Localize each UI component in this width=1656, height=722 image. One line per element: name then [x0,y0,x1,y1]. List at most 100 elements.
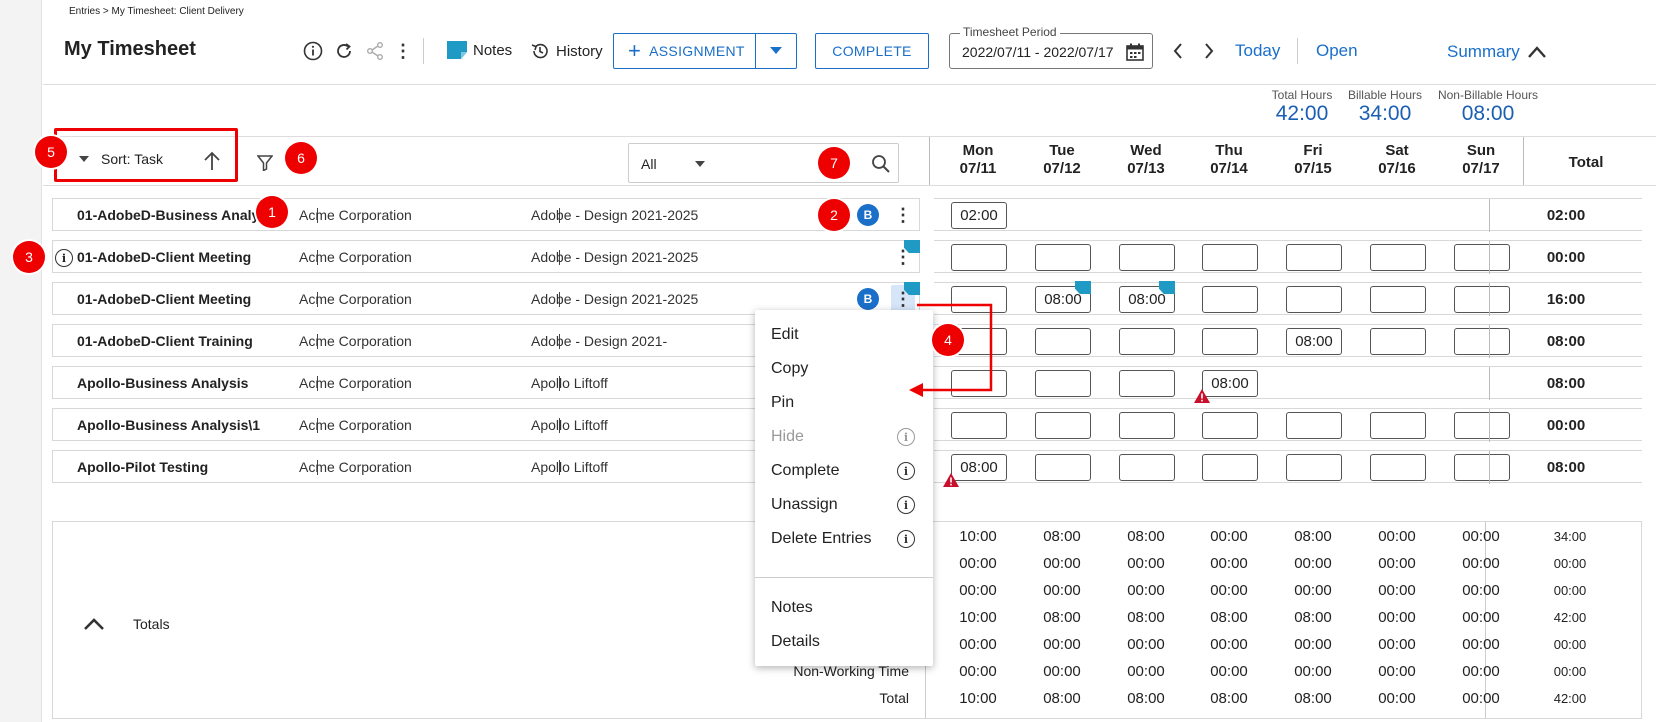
time-entry-cell[interactable] [951,244,1007,271]
breadcrumb[interactable]: Entries > My Timesheet: Client Delivery [69,6,244,17]
page-title: My Timesheet [64,38,196,60]
time-entry-cell[interactable]: 08:00 [1286,328,1342,355]
notes-button[interactable]: Notes [447,41,512,59]
time-entry-cell[interactable] [1119,328,1175,355]
time-entry-cell[interactable] [1035,370,1091,397]
totals-row-label: Total [879,690,909,706]
history-icon [531,43,548,59]
time-entry-cell[interactable] [1286,454,1342,481]
task-name[interactable]: 01-AdobeD-Business Analy... [77,207,270,223]
time-entry-cell[interactable] [1035,328,1091,355]
filter-select-value[interactable]: All [641,156,657,172]
row-total: 16:00 [1546,291,1586,308]
info-icon[interactable]: i [897,462,915,480]
totals-cell: 08:00 [1210,690,1248,707]
menu-item-unassign[interactable]: Unassign i [755,488,933,522]
task-name[interactable]: Apollo-Business Analysis\1 [77,417,260,433]
summary-toggle[interactable]: Summary [1447,42,1546,62]
day-header-fri: Fri 07/15 [1294,142,1332,177]
time-entry-cell[interactable] [1370,454,1426,481]
time-entry-cell[interactable] [1202,244,1258,271]
task-name[interactable]: 01-AdobeD-Client Training [77,333,253,349]
refresh-icon[interactable] [333,40,355,62]
annotation-marker-6: 6 [285,142,317,174]
time-entry-cell[interactable] [1370,286,1426,313]
totals-cell: 08:00 [1294,690,1332,707]
today-link[interactable]: Today [1235,41,1280,61]
time-entry-cell[interactable] [951,412,1007,439]
info-icon[interactable] [302,40,324,62]
table-row[interactable]: i 01-AdobeD-Client Meeting Acme Corporat… [52,240,1642,274]
totals-cell: 00:00 [1043,555,1081,572]
sort-ascending-icon[interactable] [203,151,221,171]
time-entry-cell[interactable] [1286,244,1342,271]
time-entry-cell[interactable] [1286,286,1342,313]
task-name[interactable]: Apollo-Pilot Testing [77,459,208,475]
info-icon[interactable]: i [897,496,915,514]
filter-icon[interactable] [257,155,273,171]
menu-item-notes[interactable]: Notes [755,591,933,625]
task-name[interactable]: 01-AdobeD-Client Meeting [77,291,251,307]
previous-period-icon[interactable] [1168,40,1188,62]
caret-down-icon[interactable] [695,161,705,167]
totals-cell: 00:00 [1127,663,1165,680]
row-total: 08:00 [1546,459,1586,476]
time-entry-cell[interactable] [1119,454,1175,481]
day-header-thu: Thu 07/14 [1210,142,1248,177]
row-entries: 02:00 02:00 [934,198,1642,232]
time-entry-cell[interactable] [1202,412,1258,439]
share-icon[interactable] [364,40,386,62]
info-icon[interactable]: i [55,249,73,267]
client-name: Acme Corporation [299,249,412,265]
time-entry-cell[interactable] [1370,412,1426,439]
menu-item-delete-entries[interactable]: Delete Entries i [755,522,933,556]
menu-item-details[interactable]: Details [755,625,933,659]
time-entry-cell[interactable] [1370,328,1426,355]
info-icon[interactable]: i [897,530,915,548]
totals-cell: 00:00 [1378,528,1416,545]
time-entry-cell[interactable] [1119,244,1175,271]
time-entry-cell[interactable] [1370,244,1426,271]
time-entry-cell[interactable] [1119,370,1175,397]
row-entries: 00:00 [934,240,1642,274]
caret-down-icon [79,156,89,162]
history-button[interactable]: History [530,41,603,61]
totals-row-total: 00:00 [1553,664,1587,679]
task-name[interactable]: 01-AdobeD-Client Meeting [77,249,251,265]
task-name[interactable]: Apollo-Business Analysis [77,375,248,391]
totals-cell: 10:00 [959,528,997,545]
more-options-icon[interactable]: ⋮ [394,40,412,62]
time-entry-cell[interactable]: 08:00 [951,454,1007,481]
info-icon[interactable]: i [897,428,915,446]
row-info-area: i 01-AdobeD-Client Meeting Acme Corporat… [52,240,920,273]
totals-cell: 08:00 [1210,609,1248,626]
chevron-up-icon[interactable] [83,617,105,631]
search-filter-field[interactable]: All [628,143,899,183]
time-entry-cell[interactable] [1286,412,1342,439]
time-entry-cell[interactable] [1035,244,1091,271]
open-link[interactable]: Open [1316,41,1358,61]
next-period-icon[interactable] [1199,40,1219,62]
complete-button[interactable]: COMPLETE [815,33,929,69]
time-entry-cell[interactable] [1202,286,1258,313]
time-entry-cell[interactable] [1035,412,1091,439]
totals-cell: 00:00 [1294,555,1332,572]
time-entry-cell[interactable]: 08:00 [1202,370,1258,397]
time-entry-cell[interactable] [1119,412,1175,439]
header-divider [43,84,1656,85]
row-menu-icon[interactable]: ⋮ [891,201,915,229]
billable-badge: B [857,204,879,226]
timesheet-period-field[interactable]: Timesheet Period 2022/07/11 - 2022/07/17 [949,25,1153,69]
time-entry-cell[interactable] [1202,328,1258,355]
menu-item-complete[interactable]: Complete i [755,454,933,488]
time-entry-cell[interactable] [1202,454,1258,481]
calendar-icon[interactable] [1126,43,1144,61]
assignment-dropdown-button[interactable] [756,34,796,68]
sort-control[interactable]: Sort: Task [79,151,163,167]
day-header-wed: Wed 07/13 [1127,142,1165,177]
period-value: 2022/07/11 - 2022/07/17 [962,44,1114,60]
time-entry-cell[interactable] [1035,454,1091,481]
search-icon[interactable] [871,154,891,174]
time-entry-cell[interactable]: 02:00 [951,202,1007,229]
day-header-sat: Sat 07/16 [1378,142,1416,177]
